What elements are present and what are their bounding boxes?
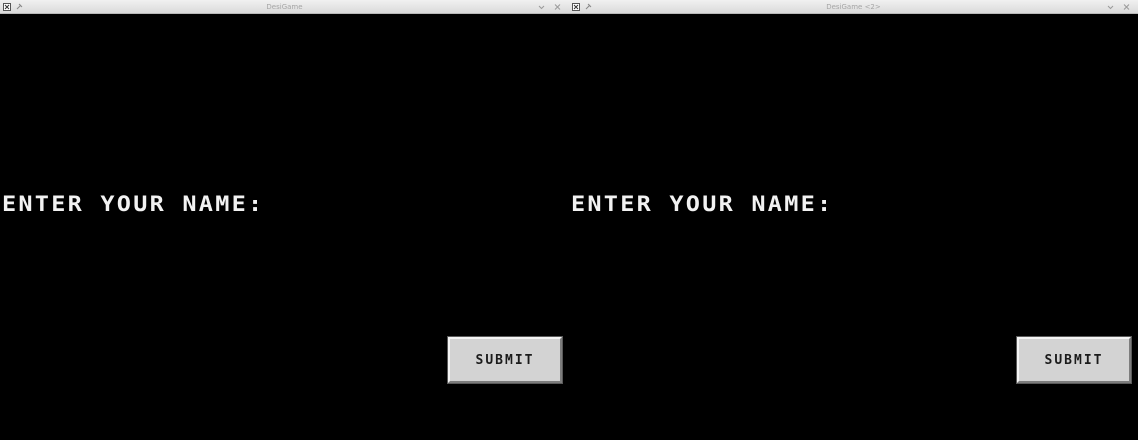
game-window-2: DesiGame <2> ENTER YOUR NAME: SUBMIT: [569, 0, 1138, 440]
chevron-down-icon[interactable]: [1107, 3, 1114, 11]
name-prompt-label: ENTER YOUR NAME:: [571, 192, 834, 216]
game-window-1: DesiGame ENTER YOUR NAME: SUBMIT: [0, 0, 569, 440]
submit-button[interactable]: SUBMIT: [1016, 336, 1132, 384]
name-prompt-label: ENTER YOUR NAME:: [2, 192, 265, 216]
close-icon[interactable]: [1123, 3, 1130, 11]
window-title: DesiGame: [266, 3, 303, 11]
chevron-down-icon[interactable]: [538, 3, 545, 11]
close-icon[interactable]: [554, 3, 561, 11]
window-title: DesiGame <2>: [826, 3, 881, 11]
window-titlebar[interactable]: DesiGame: [0, 0, 569, 14]
submit-button[interactable]: SUBMIT: [447, 336, 563, 384]
window-titlebar[interactable]: DesiGame <2>: [569, 0, 1138, 14]
desktop: DesiGame ENTER YOUR NAME: SUBMIT DesiGam…: [0, 0, 1138, 440]
